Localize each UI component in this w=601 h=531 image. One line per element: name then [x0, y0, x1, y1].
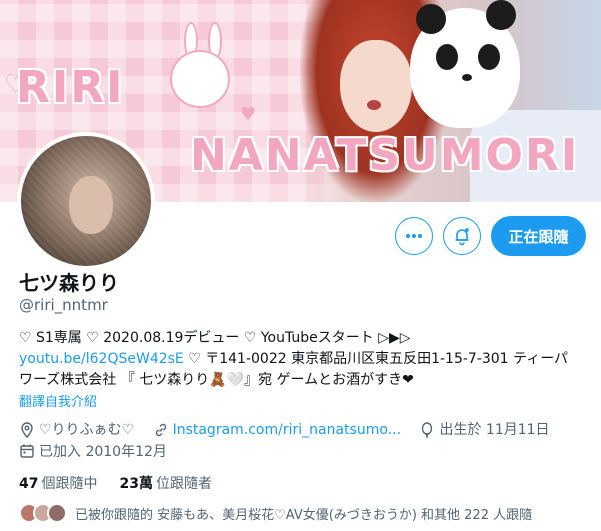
- following-label: 個跟隨中: [41, 476, 98, 492]
- bell-plus-icon: [455, 228, 469, 246]
- link-icon: [155, 423, 166, 437]
- birthday-item: 出生於 11月11日: [419, 419, 550, 441]
- notifications-button[interactable]: [443, 217, 481, 255]
- follow-stats: 47 個跟隨中 23萬 位跟隨者: [19, 473, 212, 493]
- panda-eye: [478, 44, 500, 70]
- panda-ear: [486, 0, 516, 30]
- website-link[interactable]: Instagram.com/riri_nanatsumo...: [173, 419, 401, 441]
- translate-bio-link[interactable]: 翻譯自我介紹: [19, 391, 97, 410]
- heart-deco-icon: ♥: [240, 104, 257, 125]
- user-handle: @riri_nntmr: [19, 296, 108, 314]
- joined-text: 已加入 2010年12月: [39, 444, 167, 460]
- following-stat[interactable]: 47 個跟隨中: [19, 473, 97, 493]
- more-button[interactable]: [395, 217, 433, 255]
- panda-ear: [416, 4, 446, 34]
- follower-avatar: [47, 503, 67, 523]
- joined-item: 已加入 2010年12月: [19, 441, 167, 461]
- location-item: ♡りりふぁむ♡: [19, 419, 134, 441]
- banner-model-face: [340, 40, 412, 132]
- following-count: 47: [19, 476, 39, 492]
- followed-by-text: 已被你跟隨的 安藤もあ、美月桜花♡AV女優(みづきおうか) 和其他 222 人跟…: [75, 507, 533, 523]
- more-dots-icon: [406, 234, 422, 238]
- banner-model-mouth: [367, 100, 381, 110]
- bio-line: ♡ S1専属 ♡ 2020.08.19デビュー ♡ YouTubeスタート ▷▶…: [19, 330, 411, 346]
- followers-label: 位跟隨者: [155, 476, 212, 492]
- followers-count: 23萬: [119, 476, 153, 492]
- calendar-icon: [20, 444, 34, 458]
- panda-eye: [436, 44, 458, 70]
- profile-avatar[interactable]: [17, 132, 155, 270]
- location-text: ♡りりふぁむ♡: [39, 422, 135, 438]
- followers-stat[interactable]: 23萬 位跟隨者: [119, 473, 211, 493]
- bio-line: youtu.be/l62QSeW42sE ♡ 〒141-0022 東京都品川区東…: [19, 349, 589, 370]
- bunny-character-deco: [170, 50, 230, 108]
- location-pin-icon: [21, 422, 33, 438]
- followed-by-row[interactable]: 已被你跟隨的 安藤もあ、美月桜花♡AV女優(みづきおうか) 和其他 222 人跟…: [19, 503, 532, 523]
- banner-title-line2: NANATSUMORI: [190, 130, 580, 181]
- avatar-veil: [21, 136, 151, 266]
- following-button[interactable]: 正在跟隨: [491, 216, 586, 256]
- balloon-icon: [422, 422, 433, 438]
- bio-line: ワーズ株式会社 『 七ツ森りり🧸🤍』宛 ゲームとお酒がすき❤: [19, 372, 414, 388]
- birthday-text: 出生於 11月11日: [439, 422, 550, 438]
- profile-bio: ♡ S1専属 ♡ 2020.08.19デビュー ♡ YouTubeスタート ▷▶…: [19, 328, 589, 391]
- display-name: 七ツ森りり: [19, 271, 119, 295]
- bio-text: ♡ 〒141-0022 東京都品川区東五反田1-15-7-301 ティーパ: [183, 351, 569, 367]
- banner-title-line1: RIRI: [16, 62, 125, 113]
- bio-youtube-link[interactable]: youtu.be/l62QSeW42sE: [19, 351, 184, 367]
- website-item: Instagram.com/riri_nanatsumo...: [153, 419, 401, 441]
- panda-nose: [462, 74, 472, 81]
